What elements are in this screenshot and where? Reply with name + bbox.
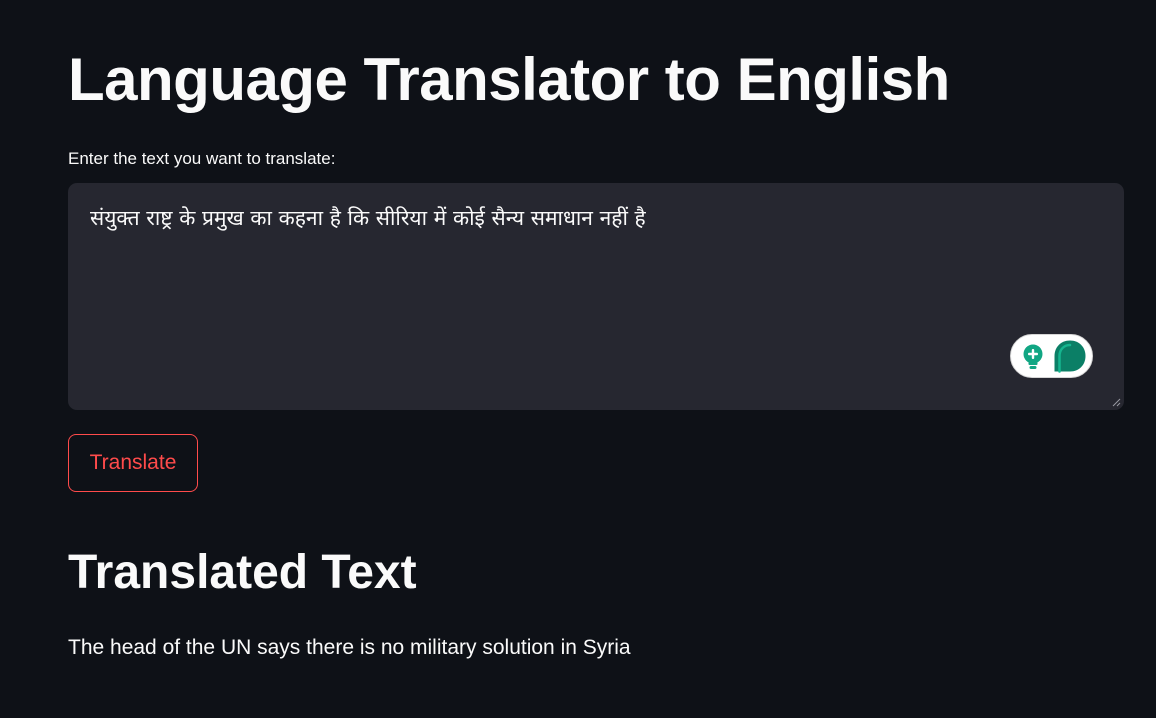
lightbulb-plus-icon (1023, 344, 1043, 369)
grammarly-widget[interactable] (1010, 334, 1093, 378)
resize-handle[interactable] (1111, 397, 1121, 407)
translated-text-heading: Translated Text (68, 546, 417, 599)
translate-button[interactable]: Translate (68, 434, 198, 492)
page-title: Language Translator to English (68, 46, 950, 113)
text-input[interactable]: संयुक्त राष्ट्र के प्रमुख का कहना है कि … (68, 183, 1124, 410)
grammarly-logo-icon (1054, 340, 1086, 373)
text-input-label: Enter the text you want to translate: (68, 149, 336, 168)
text-input-container: संयुक्त राष्ट्र के प्रमुख का कहना है कि … (68, 183, 1124, 410)
translated-text-output: The head of the UN says there is no mili… (68, 636, 631, 659)
